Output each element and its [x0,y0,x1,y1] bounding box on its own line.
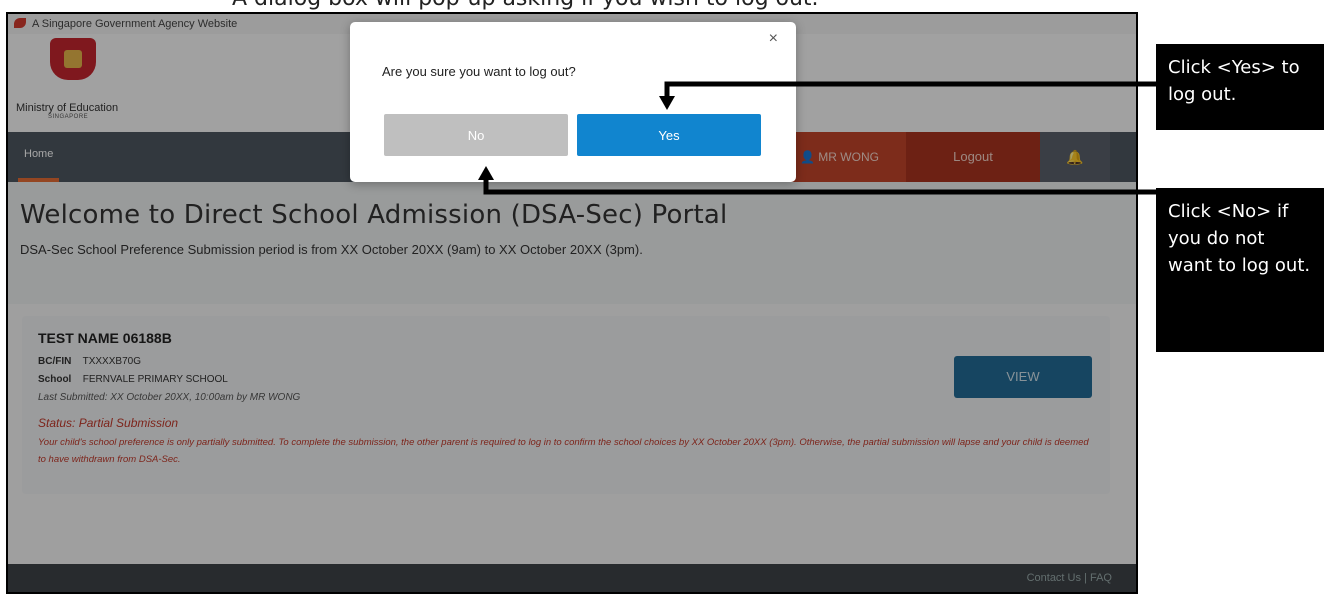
caption-text: A dialog box will pop-up asking if you w… [232,0,819,11]
callout-yes: Click <Yes> to log out. [1156,44,1324,130]
yes-button[interactable]: Yes [577,114,761,156]
document-caption: A dialog box will pop-up asking if you w… [0,0,1332,12]
close-icon[interactable]: × [769,30,778,48]
dialog-question: Are you sure you want to log out? [382,64,576,79]
no-button[interactable]: No [384,114,568,156]
logout-confirm-dialog: × Are you sure you want to log out? No Y… [350,22,796,182]
callout-no: Click <No> if you do not want to log out… [1156,188,1324,352]
screenshot-frame: A Singapore Government Agency Website Mi… [6,12,1138,594]
